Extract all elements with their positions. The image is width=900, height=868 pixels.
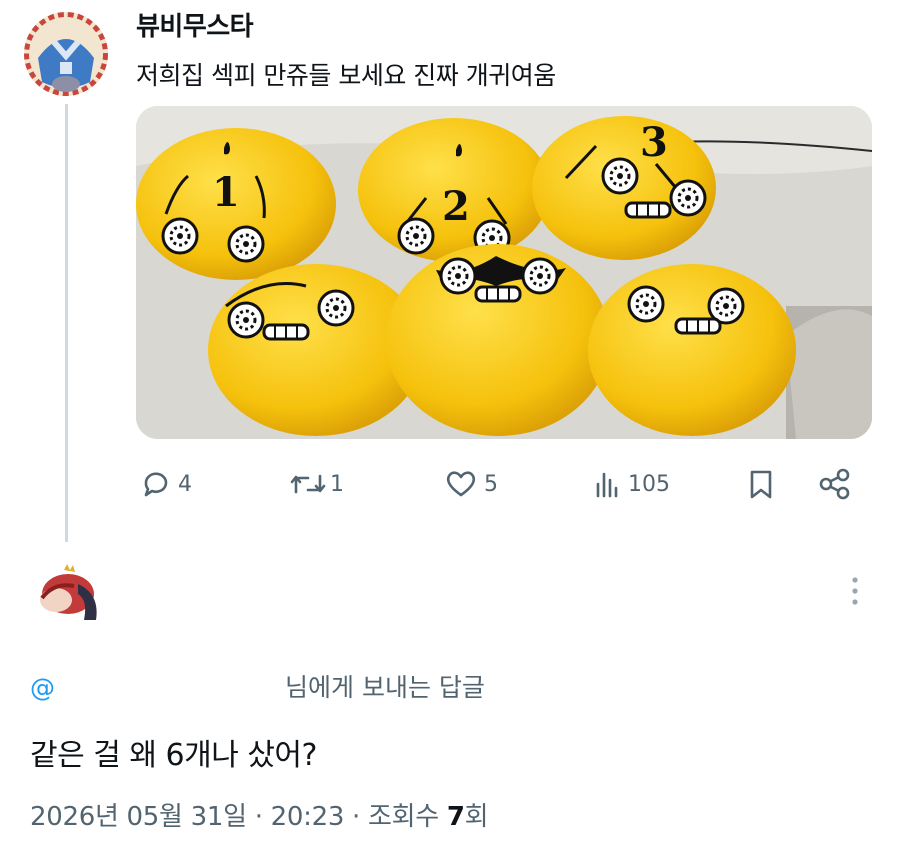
- retweet-count: 1: [330, 471, 344, 497]
- views-unit: 회: [464, 802, 489, 832]
- thread-line: [65, 104, 68, 542]
- tweet-text: 저희집 섹피 만쥬들 보세요 진짜 개귀여움: [136, 61, 556, 90]
- redacted-handle: [272, 14, 392, 40]
- meta-separator: ·: [344, 802, 368, 832]
- more-button[interactable]: [844, 574, 866, 608]
- author-avatar[interactable]: [24, 12, 108, 96]
- bookmark-icon: [746, 468, 776, 500]
- redacted-mention: [96, 668, 282, 702]
- reply-time[interactable]: 20:23: [271, 802, 345, 832]
- retweet-button[interactable]: 1: [288, 468, 344, 500]
- reply-button[interactable]: 4: [140, 468, 192, 500]
- more-icon: [852, 577, 858, 605]
- views-label: 조회수: [367, 802, 447, 832]
- tweet-photo[interactable]: 1 2 3: [136, 106, 872, 439]
- bookmark-button[interactable]: [746, 468, 776, 500]
- redacted-reply-author: [132, 552, 462, 642]
- plush-1: 1: [136, 128, 336, 280]
- retweet-icon: [288, 468, 328, 500]
- reply-to-label: 님에게 보내는 답글: [285, 673, 485, 702]
- views-icon: [592, 468, 624, 500]
- plush-3: 3: [532, 116, 716, 260]
- reply-author-avatar[interactable]: [34, 564, 106, 622]
- reply-meta: 2026년 05월 31일 · 20:23 · 조회수 7회: [30, 796, 489, 833]
- reply-count: 4: [178, 471, 192, 497]
- author-name[interactable]: 뷰비무스타: [136, 6, 254, 43]
- plush-number-3: 3: [640, 119, 668, 166]
- views-count-reply: 7: [446, 802, 465, 832]
- plush-6: [588, 264, 796, 436]
- reply-mention[interactable]: @: [30, 673, 55, 702]
- reply-date[interactable]: 2026년 05월 31일: [30, 802, 247, 832]
- like-count: 5: [484, 471, 498, 497]
- share-button[interactable]: [818, 468, 852, 500]
- views-count: 105: [628, 471, 670, 497]
- like-button[interactable]: 5: [444, 468, 498, 500]
- plush-2: 2: [358, 118, 550, 262]
- meta-separator: ·: [246, 802, 271, 832]
- plush-4: [386, 244, 610, 436]
- views-button[interactable]: 105: [592, 468, 670, 500]
- plush-number-1: 1: [212, 169, 240, 216]
- reply-icon: [140, 468, 172, 500]
- share-icon: [818, 468, 852, 500]
- reply-text: 같은 걸 왜 6개나 샀어?: [30, 738, 317, 773]
- like-icon: [444, 468, 478, 500]
- plush-number-2: 2: [442, 183, 470, 230]
